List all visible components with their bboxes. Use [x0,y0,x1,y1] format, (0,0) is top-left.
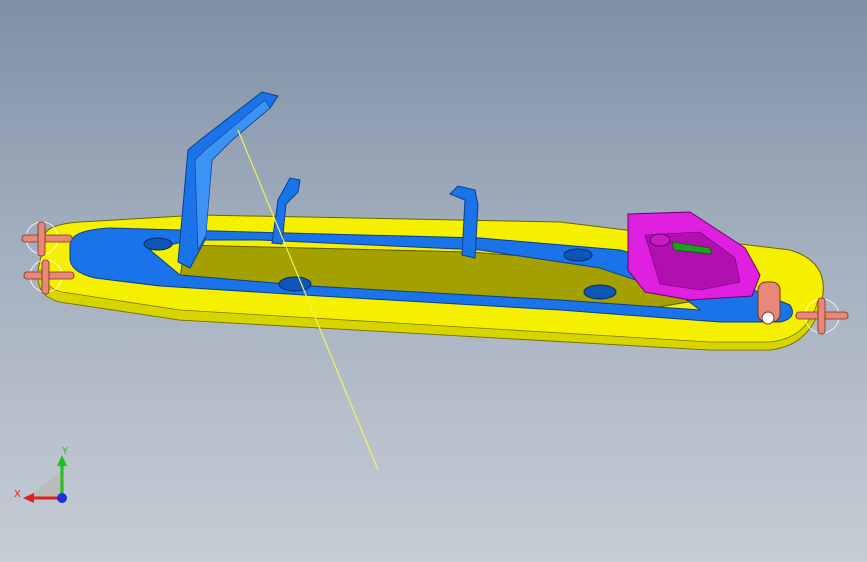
frame-hole-mid [278,276,312,292]
coordinate-triad-icon: Y X [14,446,69,503]
mechanism-boss [649,233,671,247]
cad-3d-viewport[interactable]: Y X [0,0,867,562]
frame-hole-right [563,248,593,262]
x-axis-label: X [14,489,21,500]
model-canvas[interactable]: Y X [0,0,867,562]
frame-hole-left [143,237,173,251]
frame-hole-right-low [583,284,617,300]
pin-roller-end [761,311,775,325]
y-axis-label: Y [61,446,69,457]
